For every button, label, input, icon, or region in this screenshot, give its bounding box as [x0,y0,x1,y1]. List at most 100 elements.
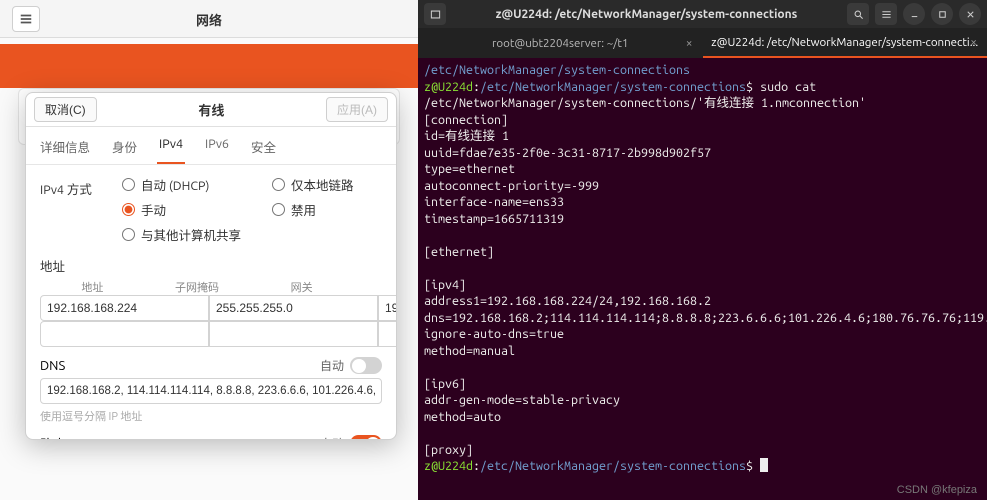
gateway-input-empty[interactable] [378,321,396,347]
minimize-icon [909,9,920,20]
terminal-body[interactable]: /etc/NetworkManager/system-connections z… [418,58,987,500]
terminal-title: z@U224d: /etc/NetworkManager/system-conn… [446,8,847,21]
prompt-user: z@U224d [424,459,473,473]
dns-hint: 使用逗号分隔 IP 地址 [40,408,382,424]
dns-input[interactable] [40,378,382,404]
close-button[interactable] [959,3,981,25]
address-header: 地址 子网掩码 网关 [40,279,382,295]
tab-1-label: root@ubt2204server: ~/t1 [492,37,628,50]
config-line: method=auto [424,409,981,426]
config-line: interface-name=ens33 [424,194,981,211]
method-shared-label: 与其他计算机共享 [141,225,241,244]
dialog-header: 取消(C) 有线 应用(A) [26,93,396,127]
dns-header: DNS 自动 [40,357,382,374]
terminal-tabs: root@ubt2204server: ~/t1 × z@U224d: /etc… [418,28,987,58]
address-input-empty[interactable] [40,321,209,347]
tab-2-label: z@U224d: /etc/NetworkManager/system-conn… [711,36,978,49]
dns-auto-toggle[interactable] [350,357,382,374]
terminal-window: z@U224d: /etc/NetworkManager/system-conn… [418,0,987,500]
config-line [424,425,981,442]
search-button[interactable] [847,3,869,25]
tab-security[interactable]: 安全 [249,133,278,164]
method-shared[interactable]: 与其他计算机共享 [122,225,382,244]
term-path: /etc/NetworkManager/system-connections [424,63,690,77]
terminal-titlebar: z@U224d: /etc/NetworkManager/system-conn… [418,0,987,28]
config-line [424,359,981,376]
config-line: address1=192.168.168.224/24,192.168.168.… [424,293,981,310]
auto-label: 自动 [320,435,344,439]
ipv4-method-label: IPv4 方式 [40,179,122,198]
auto-label: 自动 [320,357,344,374]
ipv4-method-group: 自动 (DHCP) 仅本地链路 手动 禁用 与其他计算机共享 [122,175,382,244]
config-line: [ipv4] [424,277,981,294]
apply-button[interactable]: 应用(A) [326,97,388,122]
config-line: ignore-auto-dns=true [424,326,981,343]
watermark: CSDN @kfepiza [897,482,977,499]
method-disable-label: 禁用 [291,200,316,219]
config-line: addr-gen-mode=stable-privacy [424,392,981,409]
tab-identity[interactable]: 身份 [110,133,139,164]
dialog-body: IPv4 方式 自动 (DHCP) 仅本地链路 手动 禁用 与其他计算机共享 地… [26,165,396,439]
terminal-tab-1[interactable]: root@ubt2204server: ~/t1 × [418,28,703,58]
terminal-tab-2[interactable]: z@U224d: /etc/NetworkManager/system-conn… [703,28,987,58]
routes-auto-switch[interactable]: 自动 [320,435,382,439]
config-line: [connection] [424,112,981,129]
routes-auto-toggle[interactable] [350,435,382,439]
config-line: [ipv6] [424,376,981,393]
routes-header: 路由 自动 [40,434,382,439]
close-icon [965,9,976,20]
method-auto[interactable]: 自动 (DHCP) [122,175,272,194]
dns-auto-switch[interactable]: 自动 [320,357,382,374]
hamburger-icon [881,9,892,20]
tab-icon [430,9,441,20]
method-link-local[interactable]: 仅本地链路 [272,175,382,194]
maximize-icon [937,9,948,20]
config-line: id=有线连接 1 [424,128,981,145]
cursor [760,458,768,472]
menu-button[interactable] [875,3,897,25]
mask-input-empty[interactable] [209,321,378,347]
connection-dialog: 取消(C) 有线 应用(A) 详细信息 身份 IPv4 IPv6 安全 IPv4… [25,92,397,440]
address-row [40,295,382,321]
config-line: timestamp=1665711319 [424,211,981,228]
col-address: 地址 [40,279,145,295]
gateway-input[interactable] [378,295,396,321]
col-gateway: 网关 [249,279,354,295]
config-line: method=manual [424,343,981,360]
dialog-title: 有线 [198,100,224,119]
config-line: type=ethernet [424,161,981,178]
tab-ipv6[interactable]: IPv6 [203,133,231,164]
settings-title: 网络 [0,0,418,38]
prompt-path: /etc/NetworkManager/system-connections [480,80,746,94]
maximize-button[interactable] [931,3,953,25]
dns-label: DNS [40,359,65,373]
config-line [424,227,981,244]
config-line: [ethernet] [424,244,981,261]
config-line [424,260,981,277]
close-icon[interactable]: × [970,36,977,49]
method-auto-label: 自动 (DHCP) [141,175,209,194]
config-line: dns=192.168.168.2;114.114.114.114;8.8.8.… [424,310,981,327]
address-section-title: 地址 [40,256,382,275]
minimize-button[interactable] [903,3,925,25]
mask-input[interactable] [209,295,378,321]
config-line: autoconnect-priority=-999 [424,178,981,195]
address-row-empty [40,321,382,347]
prompt-user: z@U224d [424,80,473,94]
settings-header: 网络 [0,0,418,38]
new-tab-button[interactable] [424,3,446,25]
method-manual[interactable]: 手动 [122,200,272,219]
tab-ipv4[interactable]: IPv4 [157,133,185,164]
method-disable[interactable]: 禁用 [272,200,382,219]
address-input[interactable] [40,295,209,321]
close-icon[interactable]: × [686,37,693,50]
config-line: uuid=fdae7e35-2f0e-3c31-8717-2b998d902f5… [424,145,981,162]
method-link-local-label: 仅本地链路 [291,175,354,194]
prompt-path: /etc/NetworkManager/system-connections [480,459,746,473]
search-icon [853,9,864,20]
tab-details[interactable]: 详细信息 [38,133,92,164]
config-line: [proxy] [424,442,981,459]
cancel-button[interactable]: 取消(C) [34,97,97,122]
config-output: [connection]id=有线连接 1uuid=fdae7e35-2f0e-… [424,112,981,459]
col-mask: 子网掩码 [145,279,250,295]
